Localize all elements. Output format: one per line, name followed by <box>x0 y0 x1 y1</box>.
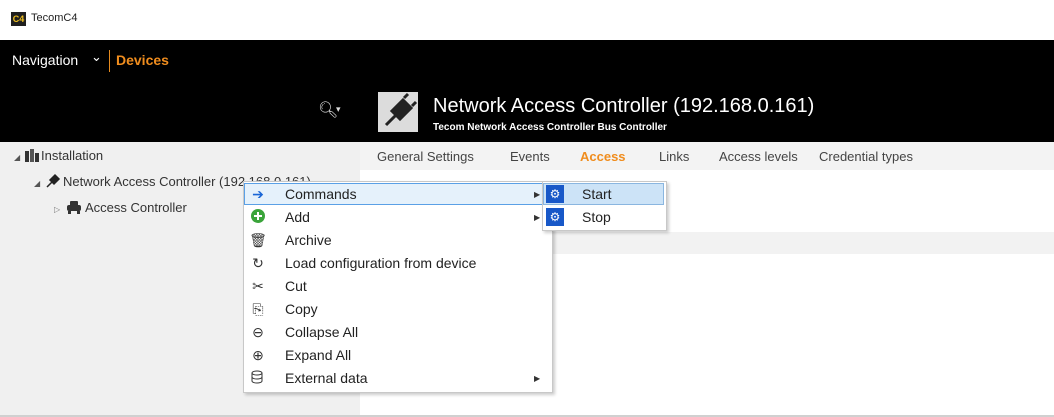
plus-circle-icon <box>249 208 267 226</box>
tree-item-access-controller[interactable]: Access Controller <box>85 200 187 215</box>
app-logo: C4 <box>11 12 26 26</box>
tab-links[interactable]: Links <box>659 149 689 164</box>
chevron-right-icon: ▶ <box>534 374 541 383</box>
minus-circle-icon: ⊖ <box>252 324 264 340</box>
menu-item-cut-label: Cut <box>285 278 307 294</box>
app-title: TecomC4 <box>31 12 78 24</box>
tree-expand-icon[interactable]: ▷ <box>54 205 60 214</box>
menu-item-external-data-label: External data <box>285 370 368 386</box>
tab-credential-types[interactable]: Credential types <box>819 149 913 164</box>
scissors-icon: ✂ <box>252 278 264 294</box>
copy-icon: ⎘ <box>252 301 264 317</box>
submenu-item-stop-label: Stop <box>582 209 611 225</box>
tree-collapse-icon[interactable]: ◢ <box>14 153 20 162</box>
nav-separator <box>109 50 110 72</box>
trash-icon: 🗑︎ <box>249 232 267 248</box>
tab-access[interactable]: Access <box>580 149 626 164</box>
title-bar <box>0 0 1054 40</box>
chevron-down-icon[interactable]: ▾ <box>336 104 341 115</box>
navigation-menu-button[interactable]: Navigation <box>12 52 78 68</box>
menu-item-load-configuration-label: Load configuration from device <box>285 255 477 271</box>
menu-item-copy-label: Copy <box>285 301 318 317</box>
building-icon <box>25 149 39 162</box>
menu-item-commands-label: Commands <box>285 186 357 202</box>
chevron-right-icon: ▶ <box>534 213 541 222</box>
plug-icon <box>378 92 418 132</box>
menu-item-archive-label: Archive <box>285 232 332 248</box>
submenu-item-start-label: Start <box>582 186 612 202</box>
car-icon <box>66 200 82 214</box>
tab-access-levels[interactable]: Access levels <box>719 149 798 164</box>
search-bar[interactable] <box>0 82 360 142</box>
chevron-right-icon: ▶ <box>534 190 541 199</box>
arrow-right-icon: ➔ <box>252 186 264 202</box>
chevron-down-icon[interactable]: ⌄ <box>91 49 102 65</box>
menu-item-expand-all-label: Expand All <box>285 347 352 363</box>
device-subtitle: Tecom Network Access Controller Bus Cont… <box>433 122 667 133</box>
database-icon <box>249 369 267 387</box>
refresh-icon: ↻ <box>252 255 264 271</box>
tree-collapse-icon[interactable]: ◢ <box>34 179 40 188</box>
command-icon: ⚙ <box>546 208 564 226</box>
command-icon: ⚙ <box>546 185 564 203</box>
menu-item-add-label: Add <box>285 209 310 225</box>
breadcrumb-current[interactable]: Devices <box>116 52 169 68</box>
plug-icon <box>45 173 61 189</box>
plus-circle-outline-icon: ⊕ <box>252 347 264 363</box>
tab-general-settings[interactable]: General Settings <box>377 149 474 164</box>
tab-events[interactable]: Events <box>510 149 550 164</box>
menu-item-collapse-all-label: Collapse All <box>285 324 359 340</box>
tree-item-installation[interactable]: Installation <box>41 148 103 163</box>
device-title: Network Access Controller (192.168.0.161… <box>433 95 815 117</box>
